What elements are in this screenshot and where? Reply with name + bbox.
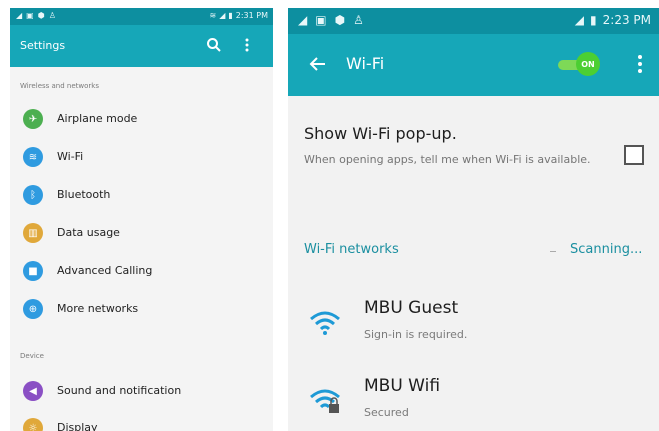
more-networks-icon: ⊕ xyxy=(23,299,43,319)
wifi-popup-setting-description: When opening apps, tell me when Wi-Fi is… xyxy=(304,153,591,166)
settings-item-label: Airplane mode xyxy=(57,112,138,125)
video-call-icon: ■ xyxy=(23,261,43,281)
settings-item-bluetooth[interactable]: ᛒ Bluetooth xyxy=(10,177,273,213)
search-icon[interactable] xyxy=(206,37,222,53)
settings-item-data-usage[interactable]: ▥ Data usage xyxy=(10,215,273,251)
wifi-networks-header: Wi-Fi networks Scanning... xyxy=(288,234,659,270)
settings-screen: ◢ ▣ ⬢ ♙ ≋ ◢ ▮ 2:31 PM Settings Wireless … xyxy=(10,8,273,431)
gallery-icon: ▣ xyxy=(26,11,34,20)
shield-icon: ⬢ xyxy=(334,13,346,27)
settings-item-label: Advanced Calling xyxy=(57,264,153,277)
cell-signal-icon: ◢ xyxy=(219,11,226,20)
sound-icon: ◀ xyxy=(23,381,43,401)
network-item-mbu-wifi[interactable]: MBU Wifi Secured xyxy=(288,370,659,431)
notification-icon: ◢ xyxy=(298,13,308,27)
data-usage-icon: ▥ xyxy=(23,223,43,243)
display-icon: ☼ xyxy=(23,418,43,431)
status-time: 2:23 PM xyxy=(602,13,651,27)
notification-icon: ◢ xyxy=(16,11,23,20)
battery-icon: ▮ xyxy=(228,11,233,20)
figure-icon: ♙ xyxy=(353,13,364,27)
airplane-icon: ✈ xyxy=(23,109,43,129)
scanning-status: Scanning... xyxy=(570,242,643,257)
section-header-wireless: Wireless and networks xyxy=(20,82,99,90)
more-vertical-icon[interactable] xyxy=(242,37,252,53)
settings-item-wifi[interactable]: ≋ Wi-Fi xyxy=(10,139,273,175)
status-bar: ◢ ▣ ⬢ ♙ ≋ ◢ ▮ 2:31 PM xyxy=(10,8,273,25)
wifi-icon: ≋ xyxy=(23,147,43,167)
network-name: MBU Wifi xyxy=(364,376,441,396)
toggle-knob: ON xyxy=(576,52,600,76)
settings-item-airplane-mode[interactable]: ✈ Airplane mode xyxy=(10,101,273,137)
divider xyxy=(550,251,556,252)
more-vertical-icon[interactable] xyxy=(636,54,644,74)
settings-item-label: Wi-Fi xyxy=(57,150,84,163)
status-time: 2:31 PM xyxy=(235,11,268,20)
section-header-device: Device xyxy=(20,352,44,360)
status-bar: ◢ ▣ ⬢ ♙ ◢ ▮ 2:23 PM xyxy=(288,8,659,34)
wifi-secured-icon xyxy=(310,389,340,413)
battery-icon: ▮ xyxy=(590,13,597,27)
settings-item-label: More networks xyxy=(57,302,139,315)
wifi-networks-label: Wi-Fi networks xyxy=(304,242,399,257)
bluetooth-icon: ᛒ xyxy=(23,185,43,205)
figure-icon: ♙ xyxy=(48,11,56,20)
wifi-popup-setting-title[interactable]: Show Wi-Fi pop-up. xyxy=(304,124,457,143)
page-title: Wi-Fi xyxy=(346,54,385,73)
network-status: Sign-in is required. xyxy=(364,328,468,341)
app-bar: Settings xyxy=(10,25,273,67)
settings-item-more-networks[interactable]: ⊕ More networks xyxy=(10,291,273,327)
settings-item-label: Bluetooth xyxy=(57,188,111,201)
settings-item-display[interactable]: ☼ Display xyxy=(10,410,273,431)
settings-item-advanced-calling[interactable]: ■ Advanced Calling xyxy=(10,253,273,289)
wifi-signal-icon: ≋ xyxy=(209,11,217,20)
network-item-mbu-guest[interactable]: MBU Guest Sign-in is required. xyxy=(288,292,659,368)
gallery-icon: ▣ xyxy=(315,13,327,27)
wifi-toggle[interactable]: ON xyxy=(558,52,602,76)
settings-item-label: Display xyxy=(57,421,98,431)
wifi-popup-checkbox[interactable] xyxy=(624,145,644,165)
page-title: Settings xyxy=(20,39,66,52)
settings-item-label: Data usage xyxy=(57,226,120,239)
back-arrow-icon[interactable] xyxy=(308,54,328,74)
network-name: MBU Guest xyxy=(364,298,459,318)
wifi-screen: ◢ ▣ ⬢ ♙ ◢ ▮ 2:23 PM Wi-Fi ON Show Wi-Fi … xyxy=(288,8,659,431)
wifi-open-icon xyxy=(310,311,340,335)
app-bar: Wi-Fi ON xyxy=(288,34,659,96)
settings-item-label: Sound and notification xyxy=(57,384,182,397)
settings-item-sound[interactable]: ◀ Sound and notification xyxy=(10,373,273,409)
cell-signal-icon: ◢ xyxy=(574,13,585,27)
shield-icon: ⬢ xyxy=(37,11,45,20)
network-status: Secured xyxy=(364,406,409,419)
